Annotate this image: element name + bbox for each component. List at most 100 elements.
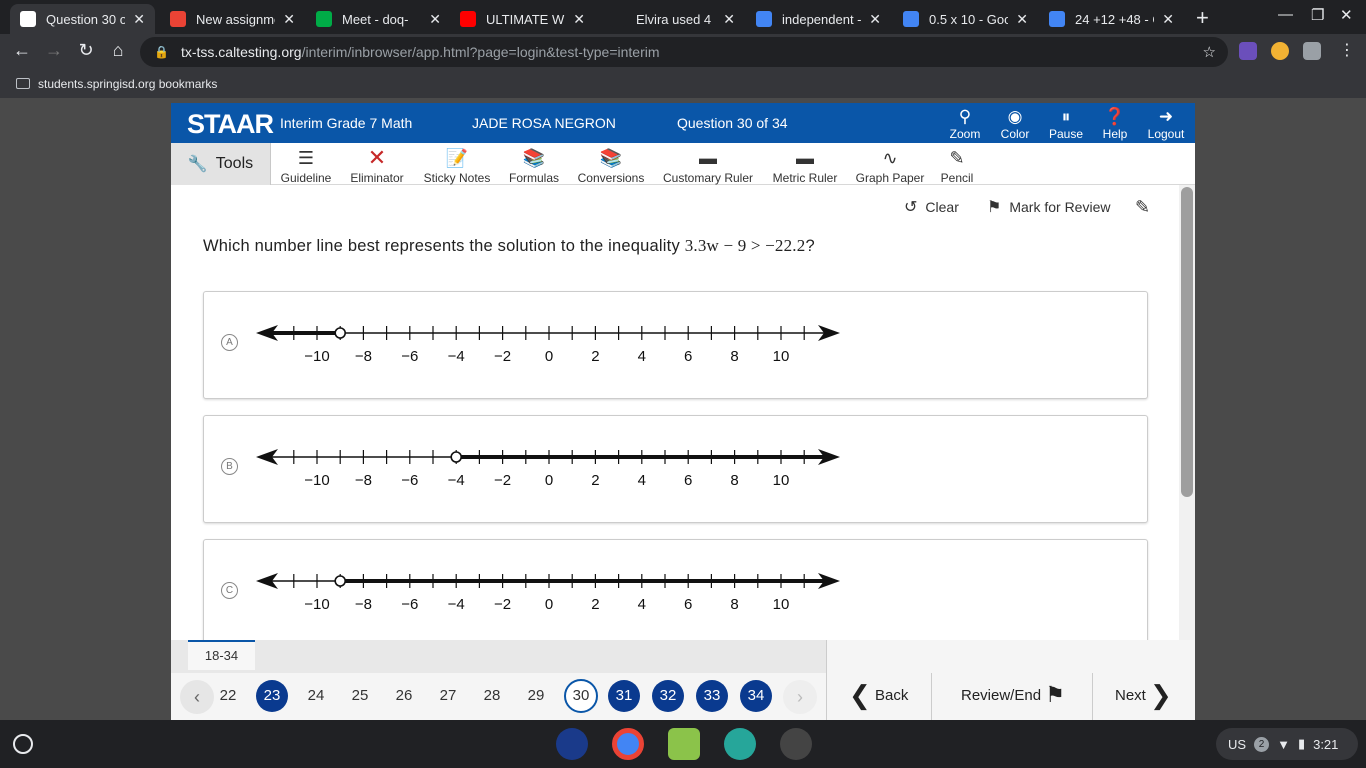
scrollbar[interactable] [1179,185,1195,640]
answer-option-a[interactable]: A −10 −8 −6 −4 −2 0 2 4 6 8 10 [203,291,1148,399]
zoom-button[interactable]: ⚲ Zoom [940,107,990,141]
close-tab-icon[interactable]: ✕ [869,11,881,28]
question-number-button[interactable]: 31 [608,680,640,712]
tools-button[interactable]: 🔧 Tools [171,143,271,185]
sticky-notes-tool[interactable]: 📝 Sticky Notes [420,145,494,185]
question-number-button[interactable]: 25 [344,680,376,712]
back-button[interactable]: ❮ Back [849,640,908,720]
help-button[interactable]: ❓ Help [1090,107,1140,141]
browser-tab[interactable]: Meet - doq- ✕ [306,4,451,34]
close-window-icon[interactable]: ✕ [1340,6,1353,24]
puzzle-extensions-icon[interactable] [1303,42,1321,60]
question-number-button[interactable]: 22 [212,680,244,712]
tab-title: New assignmen [196,11,275,27]
color-button[interactable]: ◉ Color [990,107,1040,141]
clipboard-app-icon[interactable] [724,728,756,760]
launcher-icon[interactable] [13,734,33,754]
browser-tab[interactable]: Question 30 of ✕ [10,4,155,34]
home-icon[interactable]: ⌂ [106,40,130,61]
prev-questions-arrow[interactable]: ‹ [180,680,214,714]
app-icon[interactable] [780,728,812,760]
next-button[interactable]: Next ❯ [1115,640,1172,720]
formulas-tool[interactable]: 📚 Formulas [507,145,561,185]
new-tab-button[interactable]: + [1196,5,1209,31]
navigation-footer: 18-34 ‹ › 22 23 24 25 26 27 28 29 30 31 32 33 34 ❮ B… [171,640,1195,720]
menu-dots-icon[interactable]: ⋮ [1339,40,1357,59]
close-tab-icon[interactable]: ✕ [283,11,295,28]
question-number-button[interactable]: 23 [256,680,288,712]
thumbs-up-extension-icon[interactable] [1271,42,1289,60]
browser-tab[interactable]: New assignmen ✕ [160,4,305,34]
bookmark-star-icon[interactable]: ☆ [1203,43,1216,61]
pause-button[interactable]: ⏸ Pause [1041,107,1091,141]
system-tray[interactable]: US 2 ▼ ▮ 3:21 [1216,728,1358,760]
back-arrow-icon[interactable]: ← [10,40,34,61]
edit-note-icon[interactable]: ✎ [1135,197,1150,218]
tab-favicon-icon [610,11,626,27]
next-questions-arrow[interactable]: › [783,680,817,714]
close-tab-icon[interactable]: ✕ [429,11,441,28]
tick-label: 10 [773,348,790,365]
question-number-button[interactable]: 29 [520,680,552,712]
folder-icon [16,78,30,89]
graph-paper-tool[interactable]: ∿ Graph Paper [854,145,926,185]
address-bar[interactable]: 🔒 tx-tss.caltesting.org/interim/inbrowse… [140,37,1228,67]
url-path: /interim/inbrowser/app.html?page=login&t… [301,44,660,60]
close-tab-icon[interactable]: ✕ [723,11,735,28]
help-icon: ❓ [1104,107,1126,126]
conversions-tool[interactable]: 📚 Conversions [576,145,646,185]
tools-label: Tools [215,155,254,172]
review-end-button[interactable]: Review/End ⚑ [961,640,1065,720]
tick-label: 4 [638,472,646,489]
guideline-tool[interactable]: ☰ Guideline [280,145,332,185]
browser-tab[interactable]: independent - G ✕ [746,4,891,34]
close-tab-icon[interactable]: ✕ [133,11,145,28]
eliminator-tool[interactable]: ✕ Eliminator [347,145,407,185]
question-number-button[interactable]: 24 [300,680,332,712]
scrollbar-thumb[interactable] [1181,187,1193,497]
pencil-tool[interactable]: ✎ Pencil [939,145,975,185]
wrench-icon: 🔧 [187,156,208,173]
question-number-button[interactable]: 34 [740,680,772,712]
minimize-icon[interactable]: — [1278,6,1293,23]
close-tab-icon[interactable]: ✕ [1162,11,1174,28]
logout-button[interactable]: ➜ Logout [1141,107,1191,141]
answer-option-c[interactable]: C −10 −8 −6 −4 −2 0 2 4 6 8 10 [203,539,1148,640]
chrome-icon[interactable] [612,728,644,760]
question-number-button[interactable]: 32 [652,680,684,712]
question-number-button[interactable]: 33 [696,680,728,712]
metric-ruler-tool[interactable]: ▬ Metric Ruler [770,145,840,185]
mark-for-review-label: Mark for Review [1009,199,1111,215]
reload-icon[interactable]: ↻ [74,40,98,61]
forward-arrow-icon[interactable]: → [42,40,66,61]
question-range-tab[interactable]: 18-34 [188,640,255,670]
clear-button[interactable]: ↺ Clear [904,197,959,217]
extension-icon[interactable] [1239,42,1257,60]
close-tab-icon[interactable]: ✕ [1016,11,1028,28]
mark-for-review-button[interactable]: ⚑ Mark for Review [987,197,1110,217]
restore-icon[interactable]: ❐ [1311,6,1324,24]
tick-label: 6 [684,472,692,489]
answer-option-b[interactable]: B −10 −8 −6 −4 −2 0 2 4 6 8 10 [203,415,1148,523]
question-number-button[interactable]: 28 [476,680,508,712]
browser-tab[interactable]: ULTIMATE WHO ✕ [450,4,595,34]
close-tab-icon[interactable]: ✕ [573,11,585,28]
browser-tab-strip: Question 30 of✕New assignmen✕Meet - doq-… [0,0,1366,34]
app-icon[interactable] [556,728,588,760]
tick-label: 0 [545,348,553,365]
pause-icon: ⏸ [1061,107,1071,126]
question-number-button[interactable]: 27 [432,680,464,712]
browser-tab[interactable]: Elvira used 4 cu ✕ [600,4,745,34]
number-line: −10 −8 −6 −4 −2 0 2 4 6 8 10 [256,325,840,365]
pencil-icon: ✎ [949,148,965,168]
bookmark-folder-label[interactable]: students.springisd.org bookmarks [38,77,217,91]
question-number-button[interactable]: 26 [388,680,420,712]
flag-icon: ⚑ [1045,682,1065,707]
tick-label: 4 [638,348,646,365]
color-label: Color [1000,127,1030,141]
question-number-button[interactable]: 30 [564,679,598,713]
browser-tab[interactable]: 0.5 x 10 - Goog ✕ [893,4,1038,34]
browser-tab[interactable]: 24 +12 +48 - G ✕ [1039,4,1184,34]
customary-ruler-tool[interactable]: ▬ Customary Ruler [661,145,755,185]
mic-app-icon[interactable] [668,728,700,760]
